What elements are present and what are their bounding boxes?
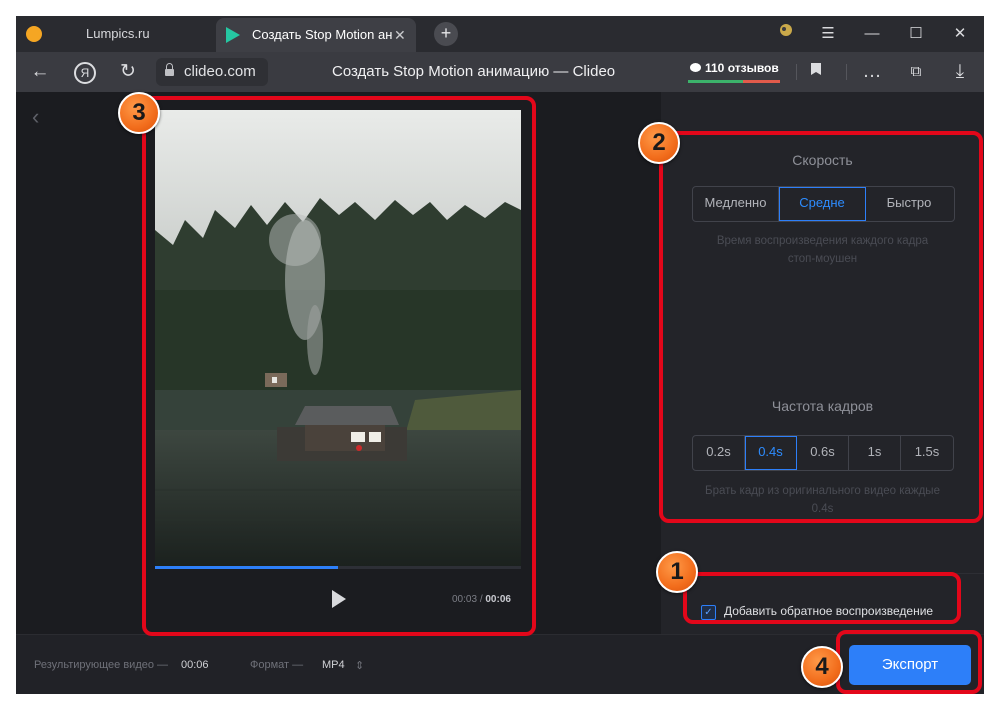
clideo-favicon-icon	[226, 27, 240, 43]
annotation-badge-2: 2	[638, 122, 680, 164]
tab-lumpics[interactable]: Lumpics.ru	[56, 16, 216, 52]
separator	[846, 64, 847, 80]
close-window-icon[interactable]: ✕	[940, 16, 980, 52]
result-video-duration: 00:06	[181, 659, 209, 671]
format-label: Формат —	[250, 659, 304, 671]
download-icon[interactable]: ⤓	[944, 56, 976, 88]
navigation-bar: ← Я ↻ clideo.com Создать Stop Motion ани…	[16, 52, 984, 92]
more-icon[interactable]: …	[856, 56, 888, 88]
lock-icon	[165, 63, 174, 76]
browser-window: Lumpics.ru Создать Stop Motion анимацию …	[16, 16, 984, 694]
bookmark-icon[interactable]	[800, 56, 832, 88]
chevron-updown-icon[interactable]: ⇕	[355, 659, 364, 672]
tab-strip: Lumpics.ru Создать Stop Motion анимацию …	[16, 16, 984, 52]
reviews-badge[interactable]: 110 отзывов	[688, 60, 780, 84]
extension-icon[interactable]	[766, 16, 806, 52]
reload-icon[interactable]: ↻	[112, 56, 144, 88]
tab-close-icon[interactable]: ✕	[394, 18, 406, 52]
format-select[interactable]: MP4	[322, 659, 345, 671]
annotation-box-export	[836, 630, 982, 694]
annotation-badge-1: 1	[656, 551, 698, 593]
annotation-badge-3: 3	[118, 92, 160, 134]
browser-menu-icon[interactable]	[26, 26, 42, 42]
separator	[796, 64, 797, 80]
annotation-box-settings	[659, 131, 983, 523]
new-tab-icon[interactable]: +	[434, 22, 458, 46]
maximize-icon[interactable]: ☐	[896, 16, 936, 52]
annotation-box-preview	[142, 96, 536, 636]
back-chevron-icon[interactable]: ‹	[32, 104, 39, 130]
url-text: clideo.com	[184, 63, 256, 80]
yandex-icon[interactable]: Я	[74, 62, 96, 84]
tab-title: Создать Stop Motion анимацию — Clideo	[252, 27, 392, 42]
annotation-box-reverse	[683, 572, 961, 624]
rating-bar	[688, 80, 780, 83]
page-title: Создать Stop Motion анимацию — Clideo	[332, 63, 616, 80]
minimize-icon[interactable]: —	[852, 16, 892, 52]
reviews-count: 110 отзывов	[705, 61, 779, 75]
address-field[interactable]: clideo.com	[156, 58, 268, 86]
comment-icon	[690, 63, 701, 72]
back-icon[interactable]: ←	[24, 56, 56, 88]
tab-clideo[interactable]: Создать Stop Motion анимацию — Clideo ✕	[216, 18, 416, 52]
tab-title: Lumpics.ru	[86, 26, 150, 41]
annotation-badge-4: 4	[801, 646, 843, 688]
hamburger-menu-icon[interactable]: ☰	[808, 16, 848, 52]
collections-icon[interactable]: ⧉	[900, 56, 932, 88]
result-video-label: Результирующее видео —	[34, 659, 169, 671]
